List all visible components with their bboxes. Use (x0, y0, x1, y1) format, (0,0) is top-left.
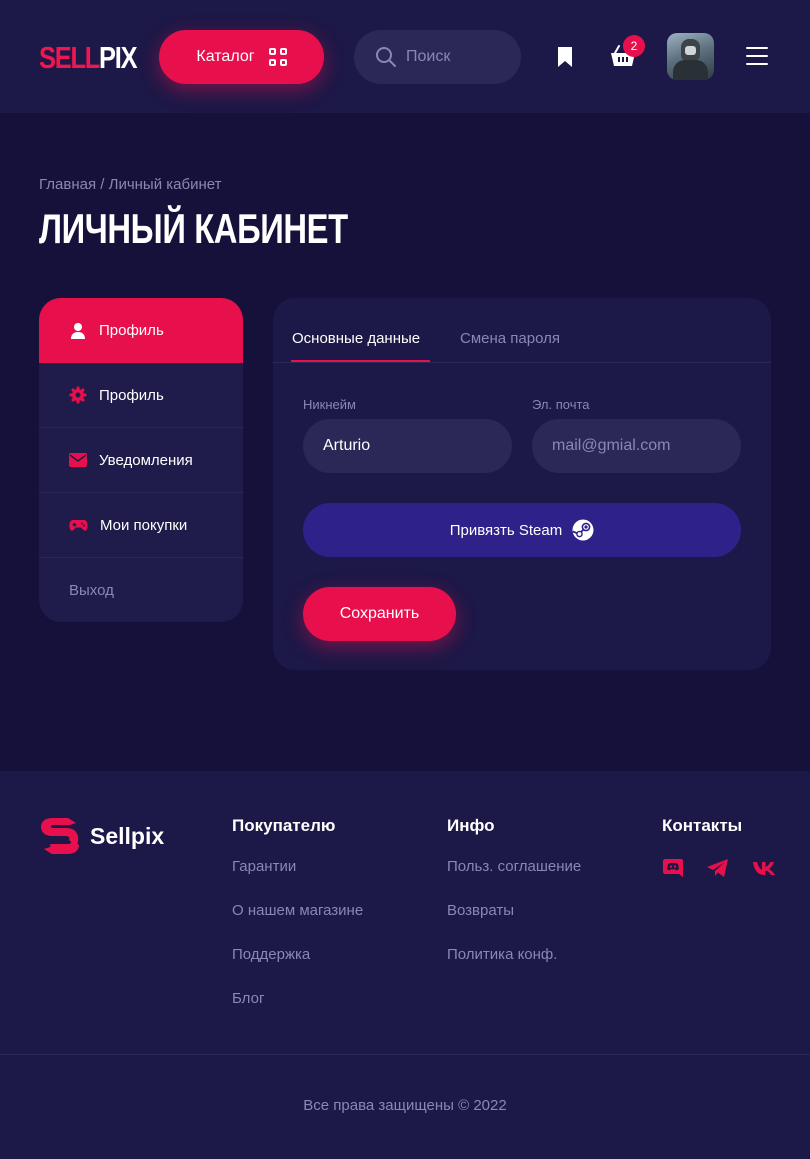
gear-icon (69, 386, 87, 404)
footer-info-heading: Инфо (447, 816, 495, 835)
sidebar-item-label: Профиль (99, 386, 164, 404)
footer-link-terms[interactable]: Польз. соглашение (447, 858, 581, 902)
footer-logo-text: Sellpix (90, 822, 165, 849)
page-title: ЛИЧНЫЙ КАБИНЕТ (39, 205, 348, 252)
copyright: Все права защищены © 2022 (303, 1097, 507, 1114)
sidebar-item-purchases[interactable]: Мои покупки (39, 493, 243, 558)
sidebar-item-settings[interactable]: Профиль (39, 363, 243, 428)
footer-link-privacy[interactable]: Политика конф. (447, 946, 581, 990)
user-icon (71, 322, 85, 339)
link-steam-button[interactable]: Привязть Steam (303, 503, 741, 557)
tab-basic-data[interactable]: Основные данные (292, 330, 420, 347)
nickname-field[interactable] (303, 419, 512, 473)
sidebar-logout[interactable]: Выход (39, 558, 243, 622)
avatar-body (673, 60, 708, 80)
steam-icon (572, 519, 594, 541)
logo[interactable]: SELLPIX (39, 40, 138, 76)
profile-form-card: Основные данные Смена пароля Никнейм Эл.… (273, 298, 771, 670)
search-icon (376, 47, 396, 67)
footer-link-about[interactable]: О нашем магазине (232, 902, 363, 946)
footer-divider (0, 1054, 810, 1055)
breadcrumb-separator: / (100, 176, 105, 193)
gamepad-icon (69, 519, 88, 531)
sidebar-item-label: Мои покупки (100, 516, 188, 534)
footer-link-support[interactable]: Поддержка (232, 946, 363, 990)
footer-column-info: Инфо Польз. соглашение Возвраты Политика… (447, 816, 581, 990)
avatar-face (685, 46, 696, 55)
logo-part-sell: SELL (39, 40, 100, 75)
footer: Sellpix Покупателю Гарантии О нашем мага… (0, 771, 810, 1159)
footer-logo[interactable]: Sellpix (40, 817, 164, 855)
grid-icon (268, 48, 287, 66)
footer-column-buyer: Покупателю Гарантии О нашем магазине Под… (232, 816, 363, 1034)
email-field[interactable] (532, 419, 741, 473)
breadcrumb-home[interactable]: Главная (39, 176, 96, 193)
mail-icon (69, 453, 87, 467)
nickname-label: Никнейм (303, 397, 356, 412)
footer-link-blog[interactable]: Блог (232, 990, 363, 1034)
catalog-button-label: Каталог (196, 48, 255, 65)
social-links (662, 858, 776, 878)
sidebar-item-profile[interactable]: Профиль (39, 298, 243, 363)
sidebar-item-label: Профиль (99, 322, 164, 339)
active-tab-indicator (291, 360, 430, 362)
breadcrumb-current: Личный кабинет (108, 176, 222, 193)
menu-icon[interactable] (746, 47, 768, 65)
bookmark-icon[interactable] (556, 46, 574, 68)
breadcrumb: Главная / Личный кабинет (39, 176, 221, 193)
discord-icon[interactable] (662, 858, 684, 878)
account-sidebar: Профиль Профиль Уведомления Мои покупки … (39, 298, 243, 622)
form-tabs: Основные данные Смена пароля (273, 298, 771, 363)
sellpix-logo-icon (41, 818, 79, 854)
email-label: Эл. почта (532, 397, 590, 412)
header: SELLPIX Каталог 2 (0, 0, 810, 113)
search-box[interactable] (354, 30, 521, 84)
footer-buyer-heading: Покупателю (232, 816, 336, 835)
cart-count-badge: 2 (623, 35, 645, 57)
footer-link-guarantees[interactable]: Гарантии (232, 858, 363, 902)
footer-contacts-heading: Контакты (662, 816, 743, 835)
logout-label: Выход (69, 582, 114, 599)
save-button[interactable]: Сохранить (303, 587, 456, 641)
footer-link-returns[interactable]: Возвраты (447, 902, 581, 946)
avatar[interactable] (667, 33, 714, 80)
catalog-button[interactable]: Каталог (159, 30, 324, 84)
sidebar-item-label: Уведомления (99, 451, 193, 469)
telegram-icon[interactable] (706, 858, 730, 878)
logo-part-pix: PIX (99, 40, 138, 75)
link-steam-label: Привязть Steam (449, 521, 563, 539)
sidebar-item-notifications[interactable]: Уведомления (39, 428, 243, 493)
tab-change-password[interactable]: Смена пароля (460, 330, 560, 347)
search-input[interactable] (406, 48, 506, 66)
footer-column-contacts: Контакты (662, 816, 776, 878)
vk-icon[interactable] (752, 860, 776, 876)
